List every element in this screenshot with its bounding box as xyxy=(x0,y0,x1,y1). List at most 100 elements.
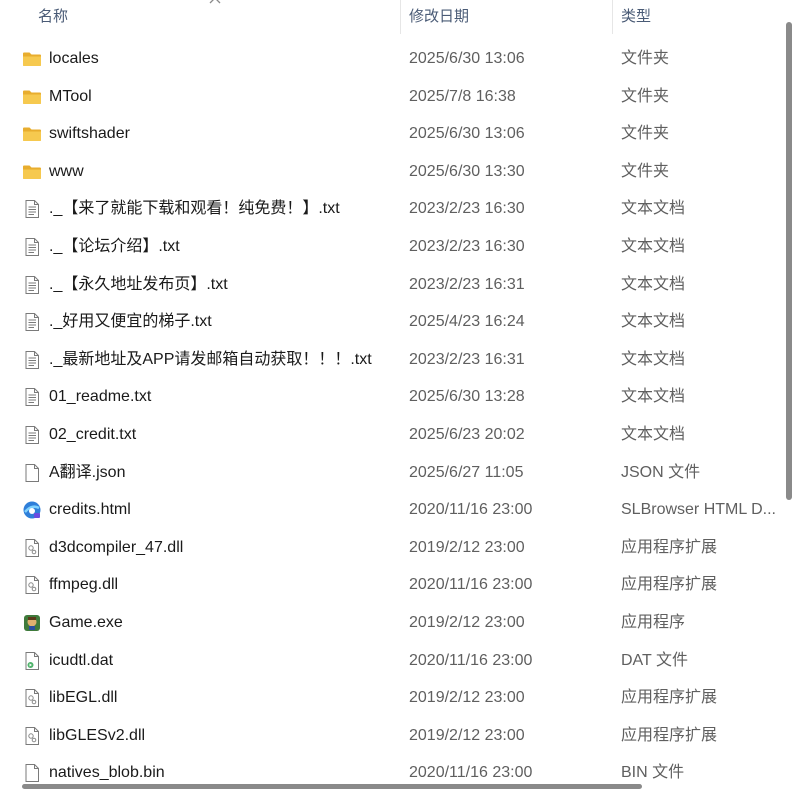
file-name[interactable]: locales xyxy=(49,40,394,78)
dat-file-icon xyxy=(22,651,42,671)
folder-icon xyxy=(22,49,42,69)
file-name[interactable]: www xyxy=(49,153,394,191)
file-name[interactable]: libEGL.dll xyxy=(49,679,394,717)
file-name[interactable]: 02_credit.txt xyxy=(49,416,394,454)
text-file-icon xyxy=(22,237,42,257)
file-type: 文本文档 xyxy=(621,425,686,443)
column-header-name[interactable]: 名称 xyxy=(38,0,68,34)
file-type: 文本文档 xyxy=(621,388,686,406)
file-name[interactable]: ._最新地址及APP请发邮箱自动获取！！！.txt xyxy=(49,341,394,379)
text-file-icon xyxy=(22,275,42,295)
file-type: 应用程序扩展 xyxy=(621,538,718,556)
file-type: JSON 文件 xyxy=(621,463,701,481)
file-name[interactable]: ._【论坛介绍】.txt xyxy=(49,228,394,266)
sort-ascending-icon xyxy=(209,0,221,4)
file-type: 文件夹 xyxy=(621,50,670,67)
file-modified-date: 2019/2/12 23:00 xyxy=(409,613,525,631)
blank-file-icon xyxy=(22,463,42,483)
file-list: locales 2025/6/30 13:06 文件夹 MTool 2025/7/8 1… xyxy=(0,40,778,792)
file-type: 文本文档 xyxy=(621,275,686,293)
file-name[interactable]: A翻译.json xyxy=(49,454,394,492)
file-row[interactable]: ._【论坛介绍】.txt 2023/2/23 16:30 文本文档 xyxy=(0,228,778,266)
file-type: 应用程序扩展 xyxy=(621,726,718,744)
text-file-icon xyxy=(22,199,42,219)
file-row[interactable]: ffmpeg.dll 2020/11/16 23:00 应用程序扩展 xyxy=(0,566,778,604)
file-modified-date: 2025/6/27 11:05 xyxy=(409,463,524,481)
file-type: 文本文档 xyxy=(621,237,686,255)
file-modified-date: 2019/2/12 23:00 xyxy=(409,689,525,707)
file-modified-date: 2025/6/23 20:02 xyxy=(409,425,525,443)
file-row[interactable]: ._最新地址及APP请发邮箱自动获取！！！.txt 2023/2/23 16:31… xyxy=(0,341,778,379)
file-type: 文本文档 xyxy=(621,200,686,218)
game-exe-icon xyxy=(22,613,42,633)
file-modified-date: 2019/2/12 23:00 xyxy=(409,538,525,556)
column-header-date[interactable]: 修改日期 xyxy=(409,0,469,34)
file-name[interactable]: ._好用又便宜的梯子.txt xyxy=(49,303,394,341)
text-file-icon xyxy=(22,350,42,370)
file-row[interactable]: ._【来了就能下载和观看！纯免费！】.txt 2023/2/23 16:30 文本文… xyxy=(0,190,778,228)
file-name[interactable]: MTool xyxy=(49,78,394,116)
file-row[interactable]: icudtl.dat 2020/11/16 23:00 DAT 文件 xyxy=(0,642,778,680)
file-name[interactable]: Game.exe xyxy=(49,604,394,642)
file-modified-date: 2023/2/23 16:31 xyxy=(409,350,525,368)
file-row[interactable]: 02_credit.txt 2025/6/23 20:02 文本文档 xyxy=(0,416,778,454)
file-row[interactable]: ._好用又便宜的梯子.txt 2025/4/23 16:24 文本文档 xyxy=(0,303,778,341)
file-type: SLBrowser HTML D... xyxy=(621,501,776,519)
file-type: 应用程序扩展 xyxy=(621,689,718,707)
file-row[interactable]: credits.html 2020/11/16 23:00 SLBrowser HT… xyxy=(0,491,778,529)
blank-file-icon xyxy=(22,763,42,783)
column-divider[interactable] xyxy=(400,0,401,34)
file-row[interactable]: ._【永久地址发布页】.txt 2023/2/23 16:31 文本文档 xyxy=(0,266,778,304)
folder-icon xyxy=(22,162,42,182)
dll-file-icon xyxy=(22,538,42,558)
file-modified-date: 2025/6/30 13:06 xyxy=(409,125,525,143)
file-name[interactable]: 01_readme.txt xyxy=(49,378,394,416)
file-modified-date: 2025/6/30 13:28 xyxy=(409,388,525,406)
file-row[interactable]: libGLESv2.dll 2019/2/12 23:00 应用程序扩展 xyxy=(0,717,778,755)
file-row[interactable]: locales 2025/6/30 13:06 文件夹 xyxy=(0,40,778,78)
file-modified-date: 2023/2/23 16:30 xyxy=(409,200,525,218)
file-type: 文本文档 xyxy=(621,313,686,331)
column-divider[interactable] xyxy=(612,0,613,34)
file-type: 文件夹 xyxy=(621,87,670,105)
file-modified-date: 2023/2/23 16:30 xyxy=(409,237,525,255)
file-row[interactable]: Game.exe 2019/2/12 23:00 应用程序 xyxy=(0,604,778,642)
file-modified-date: 2023/2/23 16:31 xyxy=(409,275,525,293)
horizontal-scrollbar-thumb[interactable] xyxy=(22,784,642,789)
dll-file-icon xyxy=(22,688,42,708)
file-type: 应用程序扩展 xyxy=(621,576,718,594)
column-header-type[interactable]: 类型 xyxy=(621,0,651,34)
file-name[interactable]: ._【来了就能下载和观看！纯免费！】.txt xyxy=(49,190,394,228)
file-name[interactable]: swiftshader xyxy=(49,115,394,153)
file-row[interactable]: swiftshader 2025/6/30 13:06 文件夹 xyxy=(0,115,778,153)
file-modified-date: 2025/6/30 13:30 xyxy=(409,162,525,180)
file-type: 文件夹 xyxy=(621,162,670,180)
dll-file-icon xyxy=(22,575,42,595)
file-name[interactable]: libGLESv2.dll xyxy=(49,717,394,755)
file-name[interactable]: icudtl.dat xyxy=(49,642,394,680)
text-file-icon xyxy=(22,387,42,407)
column-header: 名称 修改日期 类型 xyxy=(0,0,778,34)
vertical-scrollbar-thumb[interactable] xyxy=(786,22,792,500)
file-row[interactable]: d3dcompiler_47.dll 2019/2/12 23:00 应用程序扩展 xyxy=(0,529,778,567)
file-modified-date: 2025/4/23 16:24 xyxy=(409,313,525,331)
file-modified-date: 2020/11/16 23:00 xyxy=(409,576,533,594)
browser-icon xyxy=(22,500,42,520)
file-row[interactable]: MTool 2025/7/8 16:38 文件夹 xyxy=(0,78,778,116)
file-type: BIN 文件 xyxy=(621,764,685,782)
file-row[interactable]: 01_readme.txt 2025/6/30 13:28 文本文档 xyxy=(0,378,778,416)
file-type: DAT 文件 xyxy=(621,651,688,669)
file-modified-date: 2025/7/8 16:38 xyxy=(409,87,516,105)
file-row[interactable]: www 2025/6/30 13:30 文件夹 xyxy=(0,153,778,191)
file-name[interactable]: d3dcompiler_47.dll xyxy=(49,529,394,567)
file-row[interactable]: A翻译.json 2025/6/27 11:05 JSON 文件 xyxy=(0,454,778,492)
file-modified-date: 2019/2/12 23:00 xyxy=(409,726,525,744)
file-name[interactable]: credits.html xyxy=(49,491,394,529)
file-name[interactable]: ._【永久地址发布页】.txt xyxy=(49,266,394,304)
file-modified-date: 2025/6/30 13:06 xyxy=(409,50,525,67)
dll-file-icon xyxy=(22,726,42,746)
text-file-icon xyxy=(22,312,42,332)
file-row[interactable]: libEGL.dll 2019/2/12 23:00 应用程序扩展 xyxy=(0,679,778,717)
folder-icon xyxy=(22,87,42,107)
file-name[interactable]: ffmpeg.dll xyxy=(49,566,394,604)
